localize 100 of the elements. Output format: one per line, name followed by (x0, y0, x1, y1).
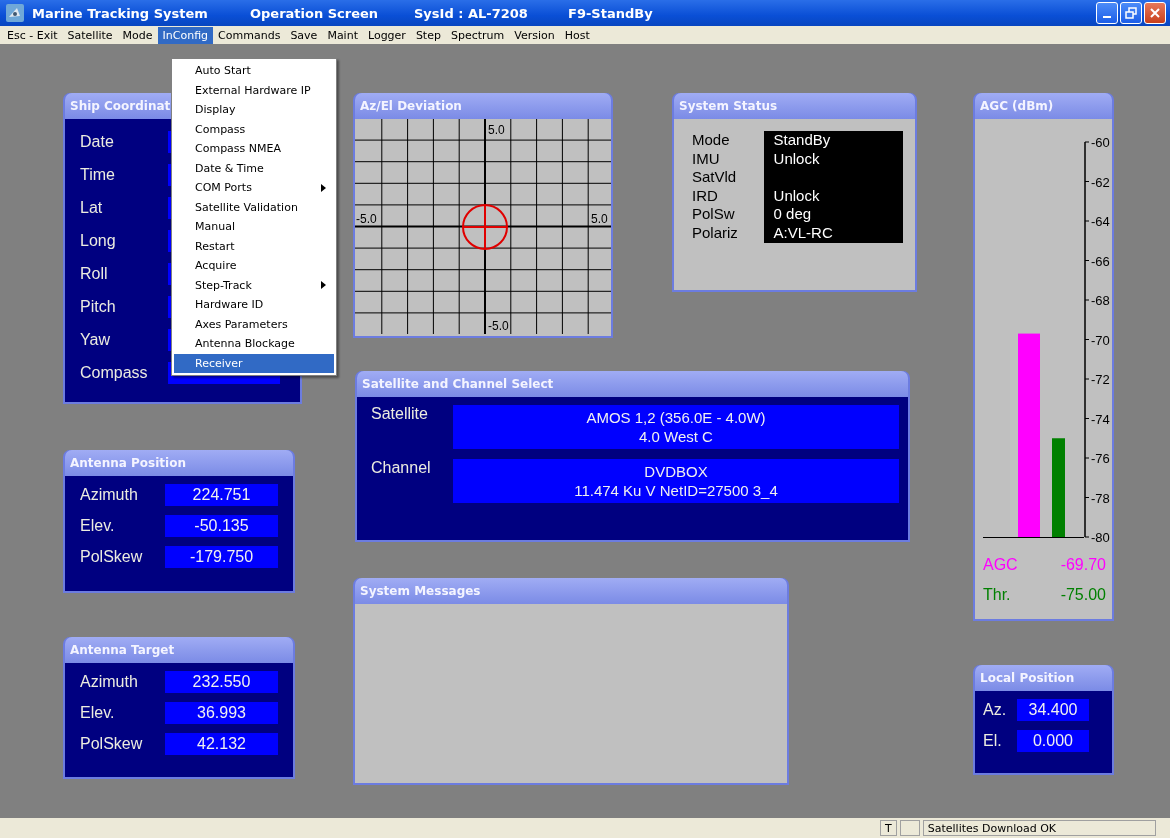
menu-item[interactable]: Acquire (174, 256, 334, 276)
field-label: Satellite (371, 405, 429, 423)
menu-item[interactable]: Hardware ID (174, 295, 334, 315)
restore-button[interactable] (1120, 2, 1142, 24)
menu-item[interactable]: Commands (213, 26, 286, 44)
status-indicator: T (880, 820, 897, 836)
menu-item[interactable]: Restart (174, 236, 334, 256)
value-field: 224.751 (165, 484, 278, 506)
field-label: PolSkew (80, 548, 144, 566)
value-field: 0.000 (1017, 730, 1089, 752)
tick-label: -60 (1090, 135, 1110, 150)
value-field[interactable]: DVDBOX 11.474 Ku V NetID=27500 3_4 (453, 459, 899, 503)
value-line: DVDBOX (644, 462, 708, 481)
field-label: Elev. (80, 704, 116, 722)
field-label: Azimuth (80, 673, 139, 691)
axis-label: 5.0 (591, 212, 608, 226)
minimize-icon (1103, 16, 1111, 18)
satellite-dish-icon (6, 4, 24, 22)
status-label: IRD (692, 186, 719, 205)
status-label: SatVld (692, 168, 738, 187)
panel-title: AGC (dBm) (975, 93, 1112, 119)
status-pane (899, 820, 920, 836)
reading-label: AGC (983, 556, 1018, 574)
reading-value: -75.00 (1060, 586, 1106, 604)
menu-item[interactable]: Esc - Exit (2, 26, 63, 44)
menu-item[interactable]: Version (509, 26, 560, 44)
status-label: PolSw (692, 205, 736, 224)
status-value: StandBy (773, 131, 832, 150)
menu-item[interactable]: Compass NMEA (174, 139, 334, 159)
window-title: SysId : AL-7208 (414, 5, 529, 21)
status-value: 0 deg (773, 205, 813, 224)
field-label: Lat (80, 198, 104, 217)
axis-label: -5.0 (488, 319, 509, 333)
tick-label: -72 (1090, 372, 1110, 387)
menu-item[interactable]: COM Ports (174, 178, 334, 198)
value-field: -179.750 (165, 546, 278, 568)
window-title: Marine Tracking System (32, 5, 209, 21)
panel-title: System Status (674, 93, 915, 119)
status-label: IMU (692, 149, 721, 168)
menu-item[interactable]: Maint (322, 26, 363, 44)
value-line: AMOS 1,2 (356.0E - 4.0W) (586, 408, 766, 427)
status-value: A:VL-RC (773, 223, 834, 242)
field-label: Az. (983, 701, 1008, 719)
panel-title: Antenna Target (65, 637, 293, 663)
status-label: Polariz (692, 223, 739, 242)
field-label: Yaw (80, 330, 111, 349)
tick-label: -66 (1090, 253, 1110, 269)
menu-item[interactable]: Logger (362, 26, 411, 44)
menu-item[interactable]: Axes Parameters (174, 314, 334, 334)
menu-item[interactable]: Manual (174, 217, 334, 237)
axis-label: 5.0 (488, 123, 505, 137)
menu-item[interactable]: Save (285, 26, 323, 44)
value-field: 36.993 (165, 702, 278, 724)
window-title: F9-StandBy (568, 5, 653, 21)
value-field: 42.132 (165, 733, 278, 755)
tick-label: -68 (1090, 293, 1110, 308)
field-label: PolSkew (80, 735, 144, 753)
field-label: Date (80, 132, 115, 151)
field-label: Elev. (80, 517, 116, 535)
menu-item[interactable]: Auto Start (174, 61, 334, 81)
tick-label: -76 (1090, 451, 1110, 466)
close-button[interactable] (1144, 2, 1166, 24)
field-label: Channel (371, 459, 432, 477)
panel-title: Satellite and Channel Select (357, 371, 908, 397)
menu-item[interactable]: Compass (174, 119, 334, 139)
menu-item[interactable]: InConfig (157, 26, 214, 44)
status-label: Mode (692, 131, 731, 150)
menu-item[interactable]: Host (559, 26, 595, 44)
panel-title: Az/El Deviation (355, 93, 611, 119)
field-label: El. (983, 732, 1003, 750)
minimize-button[interactable] (1096, 2, 1118, 24)
reading-value: -69.70 (1060, 556, 1106, 574)
field-label: Compass (80, 363, 149, 382)
axis-label: -5.0 (356, 212, 377, 226)
menu-item[interactable]: Receiver (174, 353, 334, 373)
menu-item[interactable]: Date & Time (174, 158, 334, 178)
panel-title: System Messages (355, 578, 787, 604)
menu-item[interactable]: Step-Track (174, 275, 334, 295)
status-value: Unlock (773, 186, 821, 205)
tick-label: -62 (1090, 174, 1110, 190)
menu-item[interactable]: Antenna Blockage (174, 334, 334, 354)
value-field[interactable]: AMOS 1,2 (356.0E - 4.0W) 4.0 West C (453, 405, 899, 449)
menu-item[interactable]: Satellite Validation (174, 197, 334, 217)
target-marker (462, 204, 508, 250)
status-value: Unlock (773, 149, 821, 168)
value-field: 34.400 (1017, 699, 1089, 721)
tick-label: -64 (1090, 214, 1110, 229)
value-field: 232.550 (165, 671, 278, 693)
menu-item[interactable]: Mode (117, 26, 158, 44)
tick-label: -70 (1090, 332, 1110, 348)
tick-label: -78 (1090, 490, 1110, 506)
panel-title: Antenna Position (65, 450, 293, 476)
menu-item[interactable]: Satellite (62, 26, 118, 44)
field-label: Long (80, 231, 117, 250)
field-label: Azimuth (80, 486, 139, 504)
menu-item[interactable]: Spectrum (445, 26, 510, 44)
field-label: Time (80, 165, 116, 184)
reading-label: Thr. (983, 586, 1011, 604)
value-line: 11.474 Ku V NetID=27500 3_4 (574, 481, 778, 500)
menu-item[interactable]: Step (410, 26, 446, 44)
